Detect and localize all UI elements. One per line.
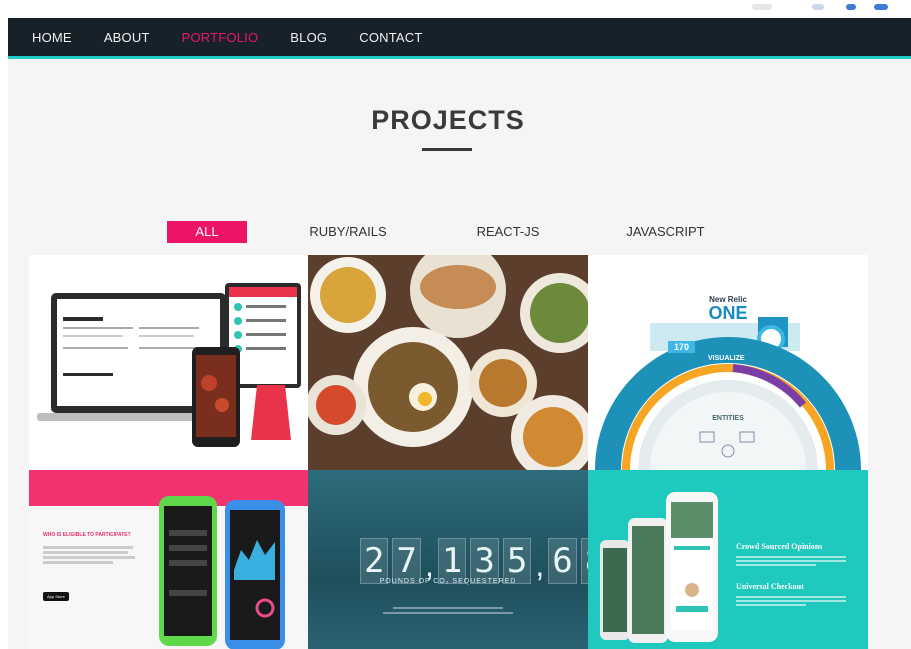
nav-about[interactable]: ABOUT (104, 30, 150, 45)
toolbar-mark (846, 4, 856, 10)
toolbar-mark (752, 4, 772, 10)
project-grid: New Relic ONE 170 VISUALIZE ENTITIES WHO… (29, 255, 868, 649)
section-title: PROJECTS (371, 105, 525, 135)
project-tile-restaurant-app[interactable] (29, 255, 308, 470)
nav-contact[interactable]: CONTACT (359, 30, 422, 45)
device-mockup-image (37, 283, 301, 447)
filter-react-js[interactable]: REACT-JS (468, 221, 548, 243)
project-tile-checkout[interactable]: Crowd Sourced Opinions Universal Checkou… (588, 470, 868, 649)
project-tile-fitness[interactable]: WHO IS ELIGIBLE TO PARTICIPATE? App Stor… (29, 470, 308, 649)
crowd-sourced-heading: Crowd Sourced Opinions (736, 542, 823, 551)
new-relic-graphic (595, 317, 861, 470)
project-filters: ALL RUBY/RAILS REACT-JS JAVASCRIPT (8, 221, 911, 245)
title-underline (422, 148, 472, 151)
nav-blog[interactable]: BLOG (290, 30, 327, 45)
toolbar-mark (812, 4, 824, 10)
filter-ruby-rails[interactable]: RUBY/RAILS (303, 221, 393, 243)
co2-subtext-lines (308, 604, 588, 617)
visualize-label: VISUALIZE (708, 355, 745, 362)
app-store-badge[interactable]: App Store (43, 592, 69, 601)
food-photo (308, 255, 588, 470)
eligibility-heading: WHO IS ELIGIBLE TO PARTICIPATE? (43, 532, 131, 538)
filter-javascript[interactable]: JAVASCRIPT (618, 221, 713, 243)
stat-170: 170 (668, 341, 696, 353)
nav-home[interactable]: HOME (32, 30, 72, 45)
co2-caption: POUNDS OF CO₂ SEQUESTERED (379, 578, 517, 585)
filter-all[interactable]: ALL (167, 221, 247, 243)
portfolio-section: PROJECTS ALL RUBY/RAILS REACT-JS JAVASCR… (8, 59, 911, 649)
main-nav: HOME ABOUT PORTFOLIO BLOG CONTACT (8, 18, 911, 59)
project-tile-co2[interactable]: 2 7 , 1 3 5 , 6 8 9 POUNDS OF CO₂ SEQUES… (308, 470, 588, 649)
project-tile-food[interactable] (308, 255, 588, 470)
universal-checkout-heading: Universal Checkout (736, 582, 804, 591)
universal-checkout-text (736, 594, 846, 608)
eligibility-text-lines (43, 544, 138, 566)
project-tile-new-relic[interactable]: New Relic ONE 170 VISUALIZE ENTITIES (588, 255, 868, 470)
nav-portfolio[interactable]: PORTFOLIO (182, 30, 259, 45)
browser-top-strip (0, 0, 911, 18)
toolbar-mark (874, 4, 888, 10)
entities-label: ENTITIES (712, 415, 744, 422)
new-relic-one-logo: ONE (708, 303, 748, 323)
crowd-sourced-text (736, 554, 846, 568)
